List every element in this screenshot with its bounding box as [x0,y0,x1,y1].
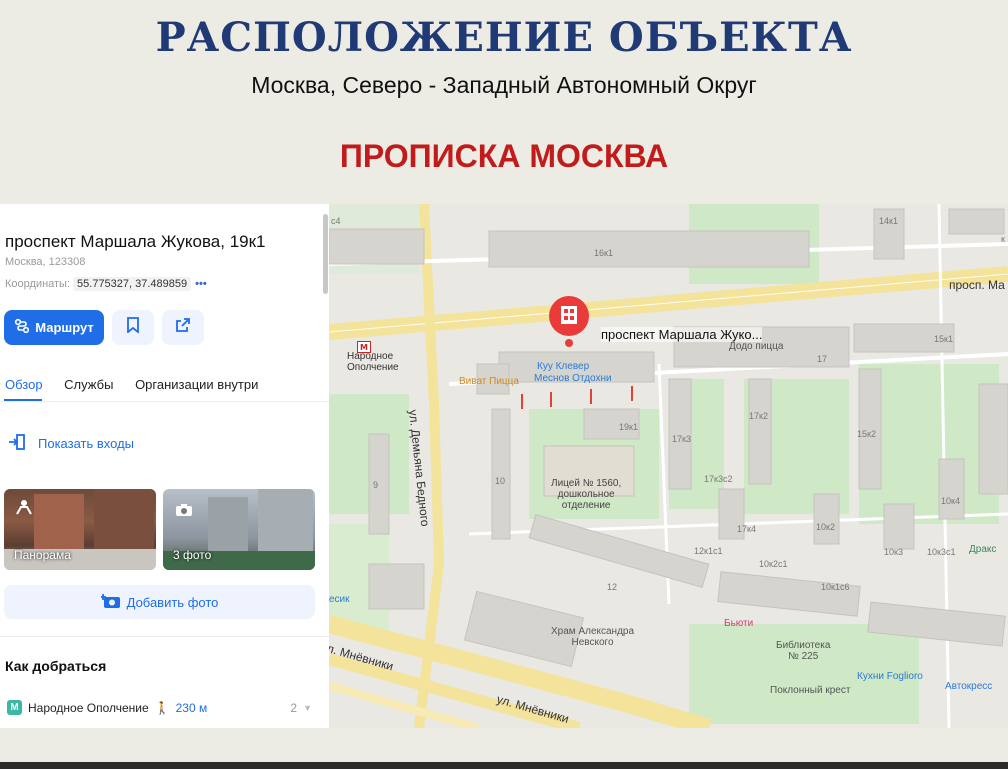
bottom-edge [0,762,1008,769]
building-number: 14к1 [879,216,898,226]
map-screenshot: проспект Маршала Жукова, 19к1 Москва, 12… [0,204,1008,728]
location-pin [549,296,589,347]
coords-more-button[interactable]: ••• [195,278,207,290]
share-icon [175,317,191,338]
coords-value[interactable]: 55.775327, 37.489859 [73,277,192,291]
building-number: 10к3 [884,547,903,557]
walk-distance: 230 м [175,700,208,715]
building-number: 15к2 [857,429,876,439]
building-number: 16к1 [594,248,613,258]
pin-label[interactable]: проспект Маршала Жуко... [601,327,763,342]
poi-pizza[interactable]: Виват Пицца [459,376,519,387]
map-canvas [329,204,1008,728]
add-photo-button[interactable]: Добавить фото [4,585,315,619]
walk-icon: 🚶 [154,700,170,715]
tab-bar: Обзор Службы Организации внутри [5,377,276,392]
bookmark-icon [126,317,140,338]
chevron-down-icon: ▼ [303,702,312,713]
panel-scrollbar[interactable] [323,214,328,294]
panorama-photo[interactable]: Панорама [4,489,156,570]
building-number: 10 [495,476,506,486]
poi-autokress[interactable]: Автокресс [945,681,992,692]
building-number: 12 [607,582,618,592]
show-entrances-label: Показать входы [38,436,135,451]
building-number: 17 [817,354,828,364]
poi-beauty[interactable]: Бьюти [724,618,753,629]
metro-badge: M [7,700,22,715]
page-title: РАСПОЛОЖЕНИЕ ОБЪЕКТА [155,14,853,61]
building-number: 10к2с1 [759,559,788,569]
add-camera-icon [99,593,121,612]
building-number: 10к4 [941,496,960,506]
poi-poklonny[interactable]: Поклонный крест [770,685,850,696]
poi-lyceum[interactable]: Лицей № 1560, дошкольное отделение [551,478,621,511]
building-number: 10к3с1 [927,547,956,557]
building-number: к [1001,234,1005,244]
building-number: 17к3 [672,434,691,444]
metro-station-label[interactable]: Народное Ополчение [347,351,399,373]
metro-station: Народное Ополчение [28,700,149,715]
entrance-icon [8,433,26,454]
route-button[interactable]: Маршрут [4,310,104,345]
photos-thumbnail[interactable]: 3 фото [163,489,315,570]
show-entrances-button[interactable]: Показать входы [8,433,134,454]
poi-esik[interactable]: есик [329,594,350,605]
photos-count-label: 3 фото [173,548,212,562]
tab-services[interactable]: Службы [64,377,113,392]
building-number: 10к1с6 [821,582,850,592]
camera-icon [175,503,193,522]
panorama-label: Панорама [14,548,71,562]
building-number: 12к1с1 [694,546,723,556]
metro-route-row[interactable]: M Народное Ополчение 🚶 230 м 2 ▼ [7,700,312,715]
page-tagline: ПРОПИСКА МОСКВА [339,138,669,174]
metro-icon[interactable]: M [357,341,371,353]
poi-kitchen[interactable]: Кухни Foglioro [857,671,923,682]
add-photo-label: Добавить фото [126,594,219,610]
building-number: 17к2 [749,411,768,421]
place-panel: проспект Маршала Жукова, 19к1 Москва, 12… [0,204,329,728]
route-icon [14,318,30,337]
poi-church[interactable]: Храм Александра Невского [551,626,634,648]
bookmark-button[interactable] [112,310,154,345]
building-number: 19к1 [619,422,638,432]
route-count: 2 [290,700,298,715]
divider [0,401,329,402]
route-label: Маршрут [35,320,94,335]
how-to-get-heading: Как добраться [5,658,107,674]
map-view[interactable]: проспект Маршала Жуко... ул. Демьяна Бед… [329,204,1008,728]
building-number: 17к3с2 [704,474,733,484]
building-number: 15к1 [934,334,953,344]
building-number: с4 [331,216,341,226]
poi-dodo[interactable]: Додо пицца [729,341,783,352]
tab-organizations[interactable]: Организации внутри [135,377,258,392]
poi-drax[interactable]: Дракс [969,544,996,555]
coordinates-row: Координаты: 55.775327, 37.489859 ••• [5,277,207,291]
address-title: проспект Маршала Жукова, 19к1 [5,232,266,251]
poi-kuu[interactable]: Куу Клевер [537,361,589,372]
poi-library[interactable]: Библиотека № 225 [776,640,830,662]
coords-label: Координаты: [5,278,71,290]
building-number: 9 [373,480,379,490]
tab-overview[interactable]: Обзор [5,377,43,392]
divider [0,636,329,637]
city-line: Москва, 123308 [5,256,86,268]
panorama-icon [14,499,34,520]
building-number: 10к2 [816,522,835,532]
share-button[interactable] [162,310,204,345]
page-subtitle: Москва, Северо - Западный Автономный Окр… [251,72,757,98]
poi-mesnov[interactable]: Меснов Отдохни [534,373,612,384]
street-label: просп. Ма [949,278,1005,292]
building-number: 17к4 [737,524,756,534]
